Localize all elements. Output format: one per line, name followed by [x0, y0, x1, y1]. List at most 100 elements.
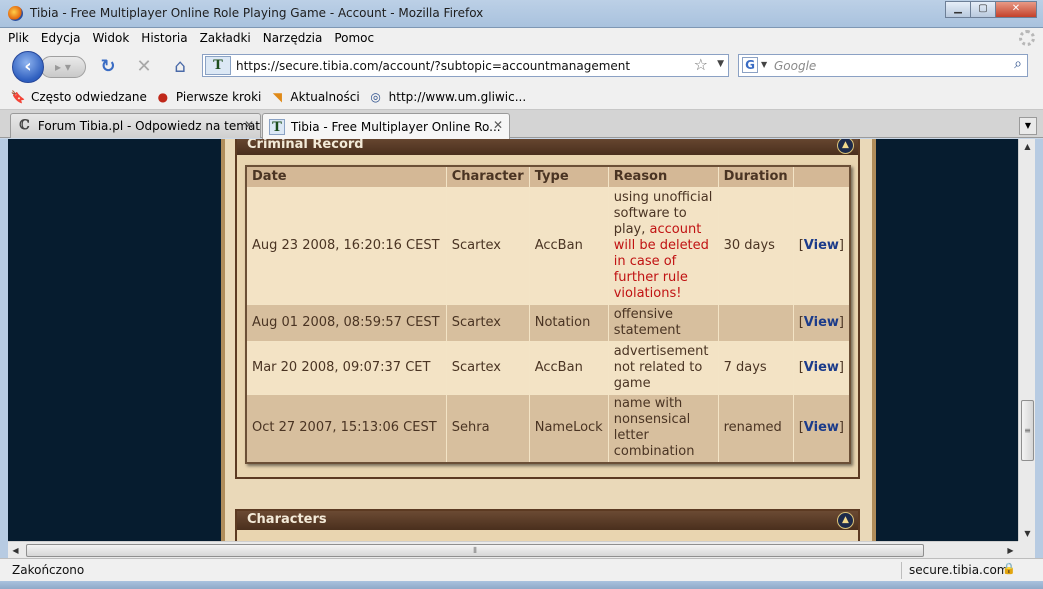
collapse-icon[interactable]: ▲ — [837, 139, 854, 154]
tab-forum-tibia[interactable]: ℂ Forum Tibia.pl - Odpowiedz na temat ✕ — [10, 113, 261, 138]
tab-list-dropdown-icon[interactable]: ▼ — [1019, 117, 1037, 135]
stop-icon[interactable]: ✕ — [133, 56, 155, 78]
search-icon[interactable]: ⌕ — [1014, 56, 1022, 72]
collapse-icon[interactable]: ▲ — [837, 512, 854, 529]
scroll-up-icon[interactable]: ▲ — [1019, 139, 1036, 154]
menu-historia[interactable]: Historia — [141, 31, 187, 45]
firefox-icon: ● — [157, 89, 169, 104]
view-link[interactable]: View — [804, 238, 839, 253]
horizontal-scroll-thumb[interactable]: ⦀ — [26, 544, 924, 557]
table-header-row: Date Character Type Reason Duration — [245, 165, 851, 188]
cell-action: [View] — [792, 186, 851, 305]
criminal-record-box: Criminal Record ▲ Date Character Type Re… — [235, 139, 860, 479]
close-button[interactable]: ✕ — [995, 1, 1037, 18]
menu-widok[interactable]: Widok — [92, 31, 129, 45]
column-header-date: Date — [245, 165, 447, 188]
vertical-scrollbar[interactable]: ▲ ≡ ▼ — [1018, 139, 1035, 541]
bookmark-star-icon[interactable]: ☆ — [694, 55, 708, 74]
tab-tibia-account[interactable]: T Tibia - Free Multiplayer Online Ro... … — [262, 113, 510, 139]
cell-duration — [717, 303, 794, 342]
forward-button[interactable]: ▸ ▾ — [40, 56, 86, 78]
column-header-type: Type — [528, 165, 609, 188]
characters-header: Characters ▲ — [237, 511, 858, 530]
cell-date: Mar 20 2008, 09:07:37 CET — [245, 340, 447, 395]
cell-reason: offensive statement — [607, 303, 719, 342]
site-identity-icon[interactable]: T — [205, 56, 231, 75]
rss-icon: ◥ — [272, 89, 282, 104]
status-site: secure.tibia.com — [909, 563, 1009, 577]
scroll-right-icon[interactable]: ▶ — [1003, 542, 1018, 559]
status-text: Zakończono — [12, 563, 85, 577]
close-tab-icon[interactable]: ✕ — [493, 118, 503, 132]
bookmark-label: http://www.um.gliwic... — [388, 89, 527, 104]
tab-favicon-icon: T — [269, 118, 285, 135]
maximize-button[interactable]: ▢ — [970, 1, 996, 18]
column-header-character: Character — [445, 165, 530, 188]
menu-bar: Plik Edycja Widok Historia Zakładki Narz… — [0, 28, 1043, 48]
cell-date: Aug 23 2008, 16:20:16 CEST — [245, 186, 447, 305]
status-bar: Zakończono secure.tibia.com 🔒 — [0, 558, 1043, 581]
view-link[interactable]: View — [804, 315, 839, 330]
cell-reason: advertisement not related to game — [607, 340, 719, 395]
reload-icon[interactable]: ↻ — [97, 56, 119, 78]
table-row: Mar 20 2008, 09:07:37 CET Scartex AccBan… — [245, 340, 851, 395]
menu-zakladki[interactable]: Zakładki — [200, 31, 251, 45]
navigation-toolbar: ▸ ▾ ‹ ↻ ✕ ⌂ T https://secure.tibia.com/a… — [0, 48, 1043, 84]
scrollbar-corner — [1018, 541, 1035, 558]
tab-label: Forum Tibia.pl - Odpowiedz na temat — [37, 119, 260, 133]
cell-action: [View] — [792, 340, 851, 395]
bookmarks-toolbar: 🔖 Często odwiedzane ● Pierwsze kroki ◥ A… — [0, 84, 1043, 110]
bookmark-um-gliwice[interactable]: ◎ http://www.um.gliwic... — [368, 89, 527, 105]
view-link[interactable]: View — [804, 360, 839, 375]
reason-text: advertisement not related to game — [613, 343, 709, 391]
horizontal-scrollbar[interactable]: ◀ ⦀ ▶ — [8, 541, 1018, 558]
characters-box: Characters ▲ — [235, 509, 860, 541]
close-tab-icon[interactable]: ✕ — [244, 118, 254, 132]
menu-edycja[interactable]: Edycja — [41, 31, 81, 45]
url-dropdown-icon[interactable]: ▼ — [717, 59, 724, 69]
minimize-button[interactable]: ▁ — [945, 1, 971, 18]
cell-type: NameLock — [528, 393, 609, 464]
lock-icon[interactable]: 🔒 — [1002, 562, 1016, 578]
table-row: Aug 01 2008, 08:59:57 CEST Scartex Notat… — [245, 303, 851, 342]
scroll-down-icon[interactable]: ▼ — [1019, 526, 1036, 541]
window-title: Tibia - Free Multiplayer Online Role Pla… — [30, 6, 484, 20]
reason-text: name with nonsensical letter combination — [613, 396, 695, 460]
scroll-left-icon[interactable]: ◀ — [8, 542, 23, 559]
page-icon: ◎ — [370, 89, 381, 104]
cell-duration: renamed — [717, 393, 794, 464]
search-input[interactable]: Google — [774, 59, 816, 73]
url-input[interactable]: https://secure.tibia.com/account/?subtop… — [236, 59, 630, 73]
cell-reason: name with nonsensical letter combination — [607, 393, 719, 464]
search-bar[interactable]: G ▼ Google ⌕ — [738, 54, 1028, 77]
view-link[interactable]: View — [804, 420, 839, 435]
cell-action: [View] — [792, 393, 851, 464]
window-frame-right — [1035, 139, 1043, 558]
menu-narzedzia[interactable]: Narzędzia — [263, 31, 323, 45]
table-row: Oct 27 2007, 15:13:06 CEST Sehra NameLoc… — [245, 393, 851, 464]
vertical-scroll-thumb[interactable]: ≡ — [1021, 400, 1034, 461]
home-icon[interactable]: ⌂ — [169, 56, 191, 78]
throbber-icon — [1019, 30, 1035, 46]
bookmark-label: Pierwsze kroki — [175, 89, 262, 104]
criminal-record-header: Criminal Record ▲ — [237, 139, 858, 155]
table-row: Aug 23 2008, 16:20:16 CEST Scartex AccBa… — [245, 186, 851, 305]
cell-date: Aug 01 2008, 08:59:57 CEST — [245, 303, 447, 342]
bookmark-pierwsze-kroki[interactable]: ● Pierwsze kroki — [155, 89, 262, 105]
window-controls: ▁ ▢ ✕ — [945, 1, 1037, 18]
search-engine-dropdown-icon[interactable]: ▼ — [761, 60, 767, 69]
url-bar[interactable]: T https://secure.tibia.com/account/?subt… — [202, 54, 729, 77]
bookmark-czesto-odwiedzane[interactable]: 🔖 Często odwiedzane — [10, 89, 147, 105]
menu-pomoc[interactable]: Pomoc — [334, 31, 374, 45]
cell-duration: 7 days — [717, 340, 794, 395]
column-header-action — [792, 165, 851, 188]
bookmark-aktualnosci[interactable]: ◥ Aktualności — [269, 89, 360, 105]
search-engine-icon[interactable]: G — [742, 57, 758, 73]
back-button[interactable]: ‹ — [12, 51, 44, 83]
tab-bar: ℂ Forum Tibia.pl - Odpowiedz na temat ✕ … — [0, 110, 1043, 139]
cell-character: Scartex — [445, 186, 530, 305]
column-header-reason: Reason — [607, 165, 719, 188]
menu-plik[interactable]: Plik — [8, 31, 29, 45]
tab-favicon-icon: ℂ — [19, 118, 30, 133]
characters-title: Characters — [247, 512, 327, 527]
